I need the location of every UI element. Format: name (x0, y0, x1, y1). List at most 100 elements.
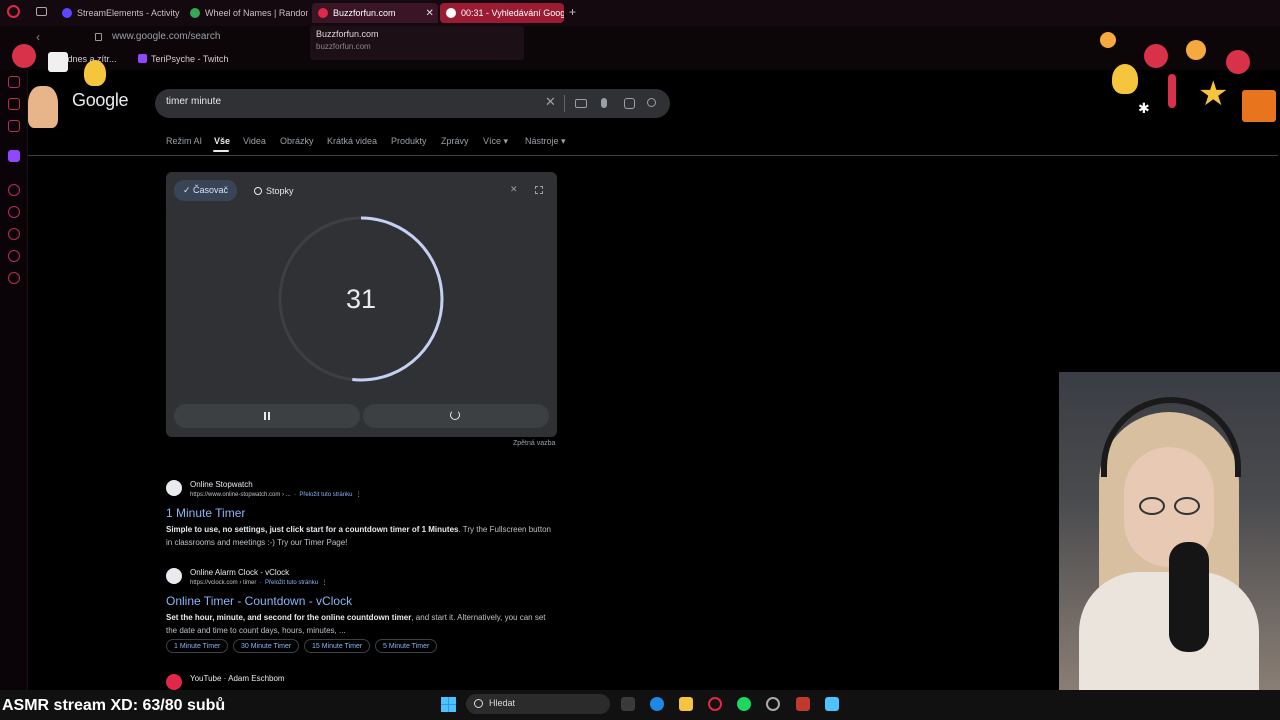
result-title-link[interactable]: 1 Minute Timer (166, 506, 245, 520)
tab-more[interactable]: Více ▾ (483, 136, 508, 147)
sidebar-twitch-icon[interactable] (8, 150, 20, 162)
file-explorer-icon[interactable] (679, 697, 693, 711)
search-result: YouTube · Adam Eschbom (166, 674, 566, 690)
site-favicon-icon (166, 568, 182, 584)
heart-ornament-icon (1100, 32, 1116, 48)
tab-all[interactable]: Vše (214, 136, 230, 146)
sidebar-history-icon[interactable] (8, 228, 20, 240)
ornament-icon (12, 44, 36, 68)
sitelink-chip[interactable]: 30 Minute Timer (233, 639, 300, 653)
translate-link[interactable]: Přeložit tuto stránku (265, 580, 318, 586)
search-icon[interactable] (647, 98, 656, 107)
task-view-icon[interactable] (621, 697, 635, 711)
stream-goal-label: ASMR stream XD: 63/80 subů (2, 697, 226, 714)
keyboard-icon[interactable] (575, 99, 587, 108)
sidebar-app-icon[interactable] (8, 120, 20, 132)
fullscreen-icon[interactable] (535, 186, 543, 194)
ornament-icon (1226, 50, 1250, 74)
result-url: https://vclock.com › timer (190, 580, 257, 586)
timer-widget: ✓ Časovač Stopky ✕ 31 (166, 172, 557, 437)
reset-icon (450, 410, 460, 420)
microphone-icon[interactable] (601, 98, 607, 108)
stopwatch-tab-label: Stopky (266, 185, 294, 196)
translate-link[interactable]: Přeložit tuto stránku (299, 492, 352, 498)
browser-tab-google-search[interactable]: 00:31 - Vyhledávání Goog (440, 3, 564, 23)
browser-tab-wheel-of-names[interactable]: Wheel of Names | Random (184, 3, 308, 23)
sitelink-chip[interactable]: 1 Minute Timer (166, 639, 229, 653)
gingerbread-icon (28, 86, 58, 128)
tab-overview-icon[interactable] (36, 7, 47, 16)
mute-icon[interactable]: ✕ (510, 185, 519, 194)
feedback-link[interactable]: Zpětná vazba (513, 440, 555, 447)
sidebar-player-icon[interactable] (8, 184, 20, 196)
tab-short-videos[interactable]: Krátká videa (327, 136, 377, 146)
tab-tools[interactable]: Nástroje ▾ (525, 136, 566, 147)
opera-logo-icon[interactable] (7, 5, 20, 18)
search-box[interactable]: ✕ (155, 89, 670, 118)
result-site-name[interactable]: YouTube · Adam Eschbom (190, 674, 285, 683)
close-tab-icon[interactable]: ✕ (426, 8, 434, 19)
google-favicon-icon (446, 8, 456, 18)
streamelements-favicon-icon (62, 8, 72, 18)
site-favicon-icon (166, 480, 182, 496)
browser-tab-streamelements[interactable]: StreamElements - Activity (56, 3, 184, 23)
star-icon: ★ (1198, 75, 1229, 113)
search-input[interactable] (166, 96, 526, 107)
youtube-favicon-icon (166, 674, 182, 690)
obs-icon[interactable] (766, 697, 780, 711)
microphone (1169, 542, 1209, 652)
sitelink-chip[interactable]: 15 Minute Timer (304, 639, 371, 653)
result-cite[interactable]: https://vclock.com › timer · Přeložit tu… (190, 579, 327, 586)
pause-button[interactable] (174, 404, 360, 428)
windows-start-icon[interactable] (441, 697, 456, 712)
lock-icon (95, 33, 102, 41)
sidebar-app-icon[interactable] (8, 98, 20, 110)
sitelink-chips: 1 Minute Timer 30 Minute Timer 15 Minute… (166, 639, 566, 655)
stopwatch-tab[interactable]: Stopky (248, 180, 300, 201)
browser-tab-buzzforfun[interactable]: Buzzforfun.com ✕ (312, 3, 438, 23)
sidebar-cube-icon[interactable] (8, 250, 20, 262)
app-icon[interactable] (796, 697, 810, 711)
result-site-name[interactable]: Online Stopwatch (190, 480, 253, 489)
back-arrow-icon[interactable]: ‹ (36, 30, 40, 44)
timer-remaining-seconds: 31 (345, 283, 377, 314)
result-cite[interactable]: https://www.online-stopwatch.com › ... ·… (190, 491, 362, 498)
snippet-highlight: Set the hour, minute, and second for the… (166, 613, 412, 622)
bell-icon (84, 60, 106, 86)
sidebar-settings-icon[interactable] (8, 272, 20, 284)
tab-images[interactable]: Obrázky (280, 136, 314, 146)
result-site-name[interactable]: Online Alarm Clock - vClock (190, 568, 289, 577)
search-icon (474, 699, 483, 708)
tab-label: Buzzforfun.com (333, 8, 396, 18)
sitelink-chip[interactable]: 5 Minute Timer (375, 639, 438, 653)
tab-label: StreamElements - Activity (77, 8, 180, 18)
search-result: Online Stopwatch https://www.online-stop… (166, 480, 566, 550)
notepad-icon[interactable] (825, 697, 839, 711)
new-tab-button[interactable]: + (569, 5, 576, 19)
google-logo[interactable]: Google (72, 90, 129, 111)
bookmark-item-twitch[interactable]: TeriPsyche - Twitch (138, 54, 228, 64)
timer-tab[interactable]: ✓ Časovač (174, 180, 238, 201)
taskbar-search[interactable]: Hledat (466, 694, 610, 714)
google-lens-icon[interactable] (624, 98, 635, 109)
wheel-favicon-icon (190, 8, 200, 18)
spotify-icon[interactable] (737, 697, 751, 711)
tab-news[interactable]: Zprávy (441, 136, 469, 146)
tab-ai-mode[interactable]: Režim AI (166, 136, 202, 146)
edge-icon[interactable] (650, 697, 664, 711)
result-title-link[interactable]: Online Timer - Countdown - vClock (166, 594, 352, 608)
tab-videos[interactable]: Videa (243, 136, 266, 146)
heart-ornament-icon (1186, 40, 1206, 60)
sidebar-app-icon[interactable] (8, 76, 20, 88)
clear-search-icon[interactable]: ✕ (545, 95, 556, 108)
url-text[interactable]: www.google.com/search (112, 31, 220, 42)
opera-gx-icon[interactable] (708, 697, 722, 711)
result-snippet: Set the hour, minute, and second for the… (166, 611, 558, 637)
selected-tab-indicator (213, 150, 229, 152)
tooltip-title: Buzzforfun.com (316, 29, 379, 39)
bookmark-label: TeriPsyche - Twitch (151, 54, 229, 64)
sidebar-heart-icon[interactable] (8, 206, 20, 218)
reset-button[interactable] (363, 404, 549, 428)
tab-products[interactable]: Produkty (391, 136, 427, 146)
twitch-icon (138, 54, 147, 63)
